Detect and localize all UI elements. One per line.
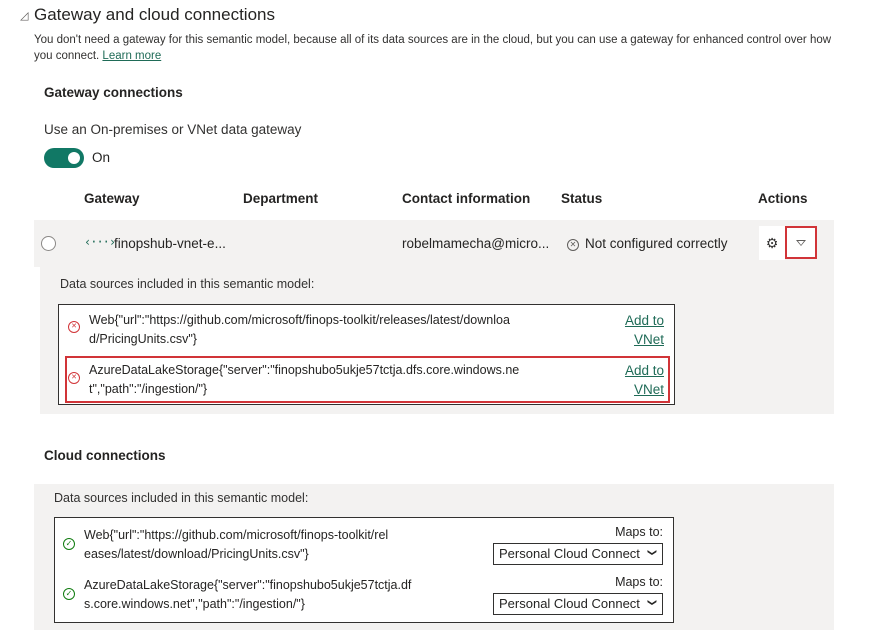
status-error-icon: ✕ (567, 239, 579, 251)
vnet-gateway-icon: ‹···› (84, 235, 116, 249)
section-description: You don't need a gateway for this semant… (34, 34, 832, 62)
gateway-source-1: Web{"url":"https://github.com/microsoft/… (89, 313, 510, 346)
connection-select-2[interactable]: Personal Cloud Connect ❯ (493, 593, 663, 615)
chevron-down-icon: ❯ (647, 598, 658, 607)
gateway-status-text: Not configured correctly (585, 236, 728, 251)
column-header-status[interactable]: Status (561, 191, 602, 206)
gateway-sources-title: Data sources included in this semantic m… (60, 277, 315, 291)
cloud-source-1: Web{"url":"https://github.com/microsoft/… (84, 528, 389, 561)
gateway-source-2: AzureDataLakeStorage{"server":"finopshub… (89, 363, 520, 396)
section-header[interactable]: ◿ Gateway and cloud connections (20, 5, 275, 25)
gateway-select-radio[interactable] (41, 236, 56, 251)
expand-row-button[interactable] (785, 226, 817, 259)
toggle-state-label: On (92, 150, 111, 165)
check-circle-icon: ✓ (63, 588, 75, 600)
maps-to-label: Maps to: (615, 525, 663, 539)
learn-more-link[interactable]: Learn more (102, 50, 161, 62)
use-gateway-toggle[interactable] (44, 148, 84, 168)
column-header-actions: Actions (758, 191, 808, 206)
section-title: Gateway and cloud connections (34, 5, 275, 24)
column-header-department[interactable]: Department (243, 191, 318, 206)
gateway-settings-button[interactable]: ⚙ (759, 226, 785, 260)
gateway-name: finopshub-vnet-e... (114, 236, 226, 251)
collapse-triangle-icon[interactable]: ◿ (20, 9, 30, 22)
add-to-vnet-link-2[interactable]: Add to VNet (612, 361, 664, 399)
gateway-connections-heading: Gateway connections (44, 85, 183, 100)
source-error-icon: ✕ (68, 321, 80, 333)
connection-select-1[interactable]: Personal Cloud Connect ❯ (493, 543, 663, 565)
check-circle-icon: ✓ (63, 538, 75, 550)
chevron-down-icon (796, 239, 806, 246)
chevron-down-icon: ❯ (647, 548, 658, 557)
use-gateway-label: Use an On-premises or VNet data gateway (44, 122, 302, 137)
column-header-contact[interactable]: Contact information (402, 191, 530, 206)
add-to-vnet-link-1[interactable]: Add to VNet (612, 311, 664, 349)
cloud-sources-title: Data sources included in this semantic m… (54, 491, 309, 505)
toggle-knob (68, 152, 80, 164)
cloud-source-2: AzureDataLakeStorage{"server":"finopshub… (84, 578, 412, 611)
gear-icon: ⚙ (765, 234, 779, 251)
column-header-gateway[interactable]: Gateway (84, 191, 140, 206)
maps-to-label: Maps to: (615, 575, 663, 589)
gateway-contact: robelmamecha@micro... (402, 236, 550, 251)
source-error-icon: ✕ (68, 372, 80, 384)
gateway-status: ✕ Not configured correctly (567, 236, 728, 251)
cloud-connections-heading: Cloud connections (44, 448, 166, 463)
